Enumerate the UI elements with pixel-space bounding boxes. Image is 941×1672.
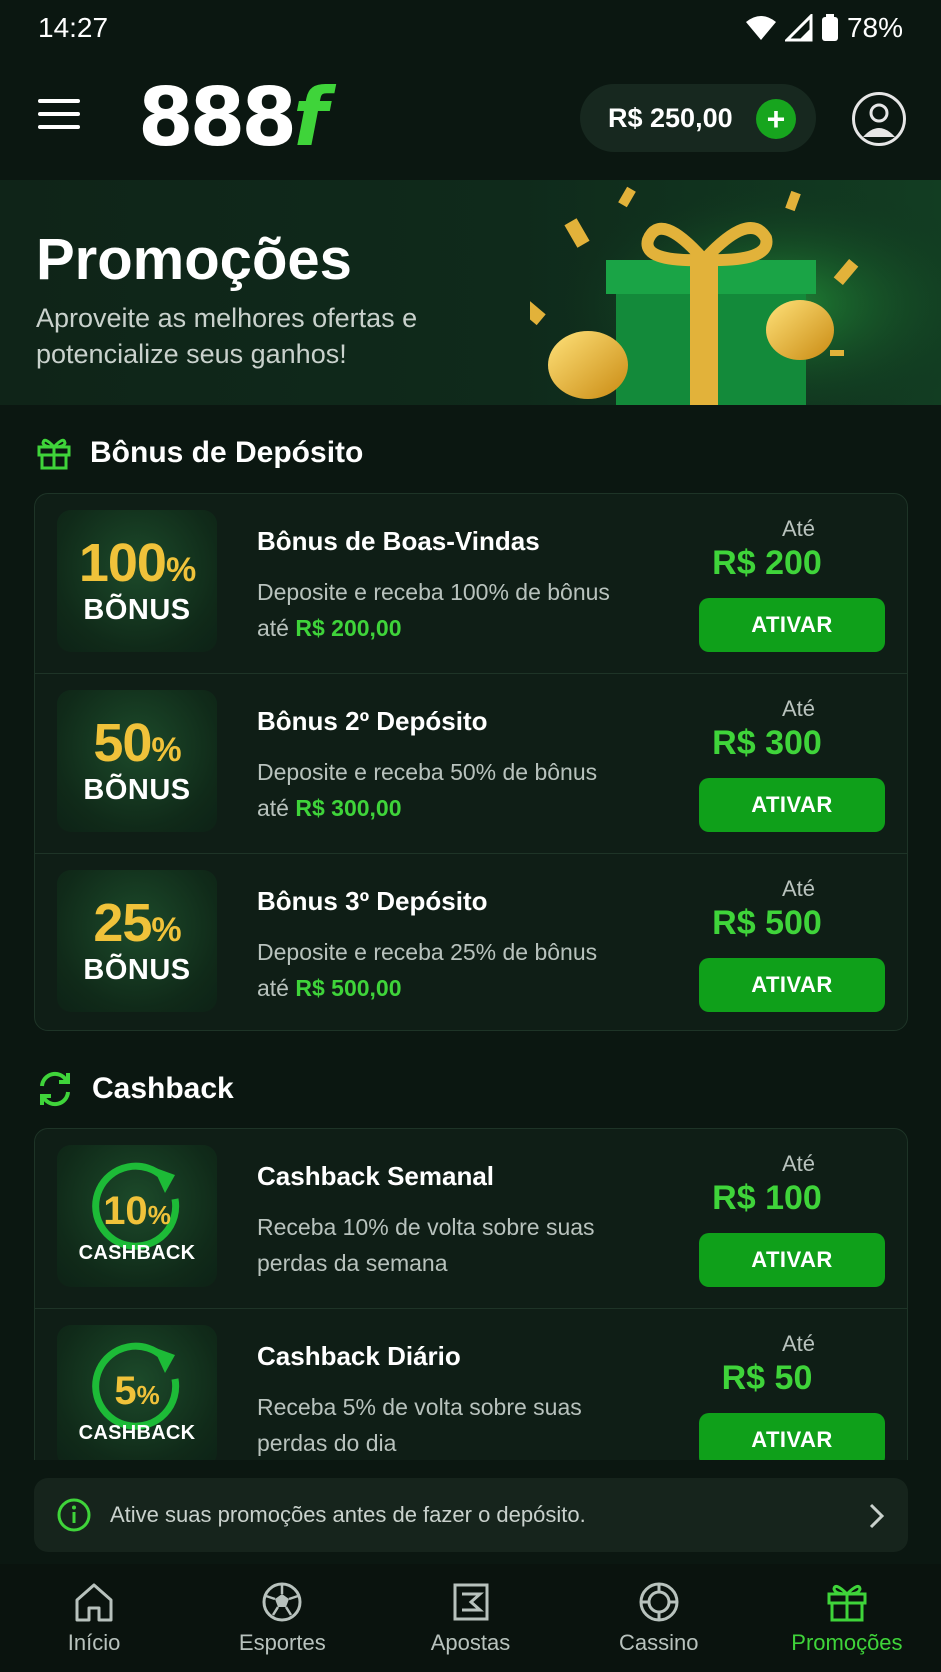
promo-description: Receba 10% de volta sobre suas perdas da… xyxy=(257,1214,595,1276)
nav-item-apostas[interactable]: Apostas xyxy=(376,1564,564,1672)
gift-illustration xyxy=(530,180,941,405)
cashback-card: 10% CASHBACK Cashback Semanal Receba 10%… xyxy=(34,1128,908,1460)
activate-button[interactable]: ATIVAR xyxy=(699,598,885,652)
promo-amount: R$ 500 xyxy=(712,904,822,942)
promo-title: Bônus 3º Depósito xyxy=(257,886,488,916)
promo-title: Cashback Diário xyxy=(257,1341,461,1371)
promo-description: Deposite e receba 25% de bônus até R$ 50… xyxy=(257,939,598,1001)
cashback-badge: 5% CASHBACK xyxy=(57,1325,217,1460)
page-title: Promoções xyxy=(36,227,352,292)
bonus-badge: 50% BÕNUS xyxy=(57,690,217,832)
hero-banner: Promoções Aproveite as melhores ofertas … xyxy=(0,180,941,405)
activate-button[interactable]: ATIVAR xyxy=(699,778,885,832)
user-icon xyxy=(863,103,895,137)
battery-icon xyxy=(821,14,838,41)
promo-amount: R$ 300 xyxy=(712,724,822,762)
info-banner[interactable]: Ative suas promoções antes de fazer o de… xyxy=(34,1478,908,1552)
promo-description: Receba 5% de volta sobre suas perdas do … xyxy=(257,1394,582,1456)
promo-title: Bônus de Boas-Vindas xyxy=(257,526,540,556)
section-title-deposit: Bônus de Depósito xyxy=(36,436,363,470)
promo-title: Cashback Semanal xyxy=(257,1161,495,1191)
nav-item-esportes[interactable]: Esportes xyxy=(188,1564,376,1672)
list-item: 25% BÕNUS Bônus 3º Depósito Deposite e r… xyxy=(35,854,907,1030)
wifi-icon xyxy=(745,16,776,40)
activate-button[interactable]: ATIVAR xyxy=(699,1233,885,1287)
nav-item-cassino[interactable]: Cassino xyxy=(565,1564,753,1672)
logo[interactable]: 888f xyxy=(138,78,328,158)
promo-amount: R$ 200 xyxy=(712,544,822,582)
promo-amount: R$ 100 xyxy=(712,1179,822,1217)
soccer-ball-icon xyxy=(262,1582,302,1622)
refresh-icon xyxy=(40,1071,70,1107)
up-to-label: Até xyxy=(781,516,815,541)
page-subtitle: Aproveite as melhores ofertas e potencia… xyxy=(36,303,418,369)
info-text: Ative suas promoções antes de fazer o de… xyxy=(110,1502,586,1527)
add-funds-button[interactable]: + xyxy=(756,99,796,139)
nav-item-promocoes[interactable]: Promoções xyxy=(753,1564,941,1672)
promo-amount: R$ 50 xyxy=(721,1359,813,1397)
gift-icon xyxy=(827,1584,867,1622)
nav-item-inicio[interactable]: Início xyxy=(0,1564,188,1672)
balance-pill[interactable]: R$ 250,00 + xyxy=(580,84,816,152)
up-to-label: Até xyxy=(781,696,815,721)
chevron-right-icon xyxy=(869,1503,885,1529)
promo-title: Bônus 2º Depósito xyxy=(257,706,488,736)
profile-button[interactable] xyxy=(852,92,906,146)
deposit-bonus-card: 100% BÕNUS Bônus de Boas-Vindas Deposite… xyxy=(34,493,908,1031)
casino-chip-icon xyxy=(639,1582,679,1622)
up-to-label: Até xyxy=(781,876,815,901)
status-time: 14:27 xyxy=(38,12,109,43)
bonus-badge: 25% BÕNUS xyxy=(57,870,217,1012)
list-item: 10% CASHBACK Cashback Semanal Receba 10%… xyxy=(35,1129,907,1309)
promo-description: Deposite e receba 100% de bônus até R$ 2… xyxy=(257,579,610,641)
battery-percent: 78% xyxy=(846,12,903,43)
ticket-icon xyxy=(453,1583,488,1621)
activate-button[interactable]: ATIVAR xyxy=(699,1413,885,1460)
section-title-cashback: Cashback xyxy=(36,1070,234,1108)
list-item: 50% BÕNUS Bônus 2º Depósito Deposite e r… xyxy=(35,674,907,854)
bonus-badge: 100% BÕNUS xyxy=(57,510,217,652)
cashback-scroll-area[interactable]: 10% CASHBACK Cashback Semanal Receba 10%… xyxy=(0,1128,941,1460)
promo-description: Deposite e receba 50% de bônus até R$ 30… xyxy=(257,759,598,821)
gift-icon xyxy=(37,438,71,470)
balance-amount: R$ 250,00 xyxy=(608,102,733,133)
status-icons: 78% xyxy=(745,12,903,44)
activate-button[interactable]: ATIVAR xyxy=(699,958,885,1012)
home-icon xyxy=(75,1583,113,1622)
list-item: 100% BÕNUS Bônus de Boas-Vindas Deposite… xyxy=(35,494,907,674)
menu-button[interactable] xyxy=(38,99,84,137)
info-icon xyxy=(57,1498,91,1532)
list-item: 5% CASHBACK Cashback Diário Receba 5% de… xyxy=(35,1309,907,1460)
app-header: 888f R$ 250,00 + xyxy=(0,56,941,180)
cashback-badge: 10% CASHBACK xyxy=(57,1145,217,1287)
bottom-nav: Início Esportes Apostas Cassino Promoçõe… xyxy=(0,1564,941,1672)
up-to-label: Até xyxy=(781,1331,815,1356)
up-to-label: Até xyxy=(781,1151,815,1176)
signal-icon xyxy=(784,14,813,42)
hamburger-icon xyxy=(38,99,80,103)
status-bar: 14:27 78% xyxy=(0,0,941,56)
